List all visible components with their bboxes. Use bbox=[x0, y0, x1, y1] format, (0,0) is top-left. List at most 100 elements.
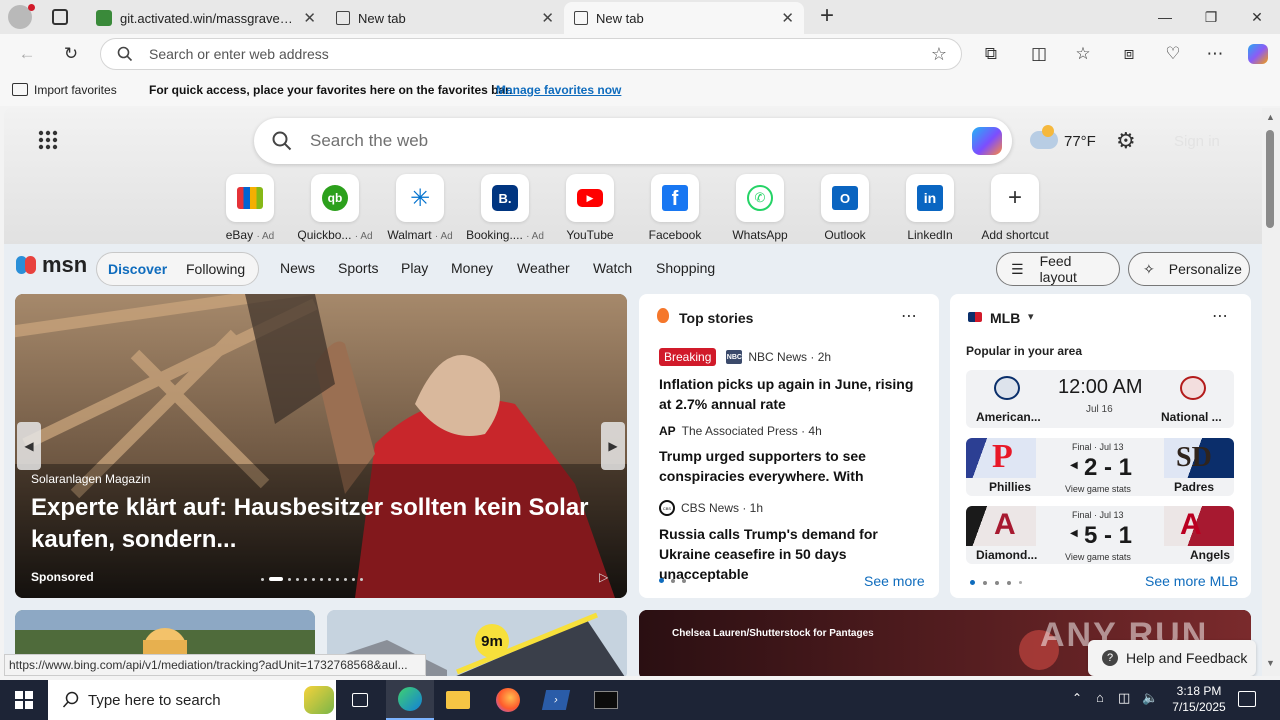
firefox-icon[interactable] bbox=[484, 680, 532, 720]
team2-name: Angels bbox=[1190, 548, 1231, 562]
nav-news[interactable]: News bbox=[280, 260, 315, 276]
edge-taskbar-icon[interactable] bbox=[386, 680, 434, 720]
shortcut-outlook[interactable]: O Outlook bbox=[802, 174, 888, 242]
star-icon[interactable]: ☆ bbox=[931, 44, 947, 65]
story-headline[interactable]: Inflation picks up again in June, rising… bbox=[659, 374, 921, 414]
minimize-button[interactable]: — bbox=[1142, 0, 1188, 34]
shortcut-youtube[interactable]: ▶ YouTube bbox=[547, 174, 633, 242]
terminal-icon[interactable] bbox=[582, 680, 630, 720]
shortcut-whatsapp[interactable]: ✆ WhatsApp bbox=[717, 174, 803, 242]
browser-essentials-icon[interactable]: ♡ bbox=[1158, 40, 1188, 68]
shortcut-add[interactable]: + Add shortcut bbox=[972, 174, 1058, 242]
volume-icon[interactable]: 🔈 bbox=[1142, 690, 1158, 706]
tab-following[interactable]: Following bbox=[186, 261, 245, 277]
story-item[interactable]: Breaking NBC NBC News · 2h Inflation pic… bbox=[659, 348, 921, 414]
more-menu-icon[interactable]: ⋯ bbox=[1200, 40, 1230, 68]
story-headline[interactable]: Trump urged supporters to see conspiraci… bbox=[659, 446, 921, 486]
powershell-icon[interactable]: › bbox=[532, 680, 580, 720]
weather-temperature[interactable]: 77°F bbox=[1064, 133, 1096, 150]
shortcut-booking[interactable]: B. Booking.... · Ad bbox=[462, 174, 548, 242]
weather-cloud-icon[interactable] bbox=[1030, 125, 1058, 149]
apps-launcher-icon[interactable] bbox=[38, 130, 58, 150]
game-row[interactable]: American... 12:00 AM Jul 16 National ... bbox=[966, 370, 1234, 428]
close-icon[interactable]: ✕ bbox=[303, 9, 316, 27]
tab-actions-icon[interactable] bbox=[52, 9, 68, 25]
clock-time: 3:18 PM bbox=[1176, 684, 1222, 698]
shortcut-label: Booking.... bbox=[466, 228, 523, 242]
wifi-icon[interactable]: ◫ bbox=[1118, 690, 1130, 706]
shortcut-linkedin[interactable]: in LinkedIn bbox=[887, 174, 973, 242]
tab-massgrave[interactable]: git.activated.win/massgrave/Micr ✕ bbox=[86, 2, 326, 34]
see-more-link[interactable]: See more bbox=[864, 573, 925, 589]
chevron-up-icon[interactable]: ⌃ bbox=[1072, 691, 1082, 705]
more-options-icon[interactable]: ⋯ bbox=[901, 306, 917, 326]
view-game-stats-link[interactable]: View game stats bbox=[1065, 484, 1131, 494]
extensions-icon[interactable]: ⧉ bbox=[976, 40, 1006, 68]
import-favorites-button[interactable]: Import favorites bbox=[34, 83, 117, 97]
collections-icon[interactable]: ⧈ bbox=[1114, 40, 1144, 68]
msn-logo[interactable]: msn bbox=[16, 252, 87, 278]
manage-favorites-link[interactable]: Manage favorites now bbox=[496, 83, 621, 97]
shortcut-facebook[interactable]: f Facebook bbox=[632, 174, 718, 242]
task-view-icon[interactable] bbox=[336, 680, 384, 720]
scroll-down-arrow[interactable]: ▼ bbox=[1266, 658, 1275, 668]
close-icon[interactable]: ✕ bbox=[781, 9, 794, 27]
more-options-icon[interactable]: ⋯ bbox=[1212, 306, 1228, 326]
nav-shopping[interactable]: Shopping bbox=[656, 260, 715, 276]
help-feedback-button[interactable]: ? Help and Feedback bbox=[1088, 640, 1256, 676]
address-bar[interactable]: Search or enter web address ☆ bbox=[100, 38, 962, 70]
close-window-button[interactable]: ✕ bbox=[1234, 0, 1280, 34]
settings-gear-icon[interactable]: ⚙ bbox=[1116, 128, 1136, 154]
copilot-icon[interactable] bbox=[972, 127, 1002, 155]
ad-choices-icon[interactable]: ▷ bbox=[599, 570, 608, 584]
taskbar-search-placeholder: Type here to search bbox=[88, 691, 221, 709]
tab-new-tab-2[interactable]: New tab ✕ bbox=[564, 2, 804, 34]
scroll-up-arrow[interactable]: ▲ bbox=[1266, 112, 1275, 122]
nav-money[interactable]: Money bbox=[451, 260, 493, 276]
nav-sports[interactable]: Sports bbox=[338, 260, 378, 276]
new-tab-button[interactable]: + bbox=[814, 3, 840, 31]
see-more-mlb-link[interactable]: See more MLB bbox=[1145, 573, 1238, 589]
nav-play[interactable]: Play bbox=[401, 260, 428, 276]
refresh-button[interactable]: ↻ bbox=[56, 40, 86, 68]
personalize-button[interactable]: ✧ Personalize bbox=[1128, 252, 1250, 286]
start-button[interactable] bbox=[0, 680, 48, 720]
story-item[interactable]: CBS CBS News · 1h Russia calls Trump's d… bbox=[659, 500, 921, 584]
split-screen-icon[interactable]: ◫ bbox=[1024, 40, 1054, 68]
file-explorer-icon[interactable] bbox=[434, 680, 482, 720]
game-row[interactable]: A Diamond... Final · Jul 13 5 - 1 ◀ View… bbox=[966, 506, 1234, 564]
carousel-prev-button[interactable]: ◀ bbox=[17, 422, 41, 470]
copilot-icon[interactable] bbox=[1243, 40, 1273, 68]
story-item[interactable]: AP The Associated Press · 4h Trump urged… bbox=[659, 424, 921, 486]
taskbar-search-box[interactable]: Type here to search bbox=[48, 680, 336, 720]
favorites-hint: For quick access, place your favorites h… bbox=[149, 83, 513, 97]
carousel-next-button[interactable]: ▶ bbox=[601, 422, 625, 470]
favorites-icon[interactable]: ☆ bbox=[1068, 40, 1098, 68]
hero-headline[interactable]: Experte klärt auf: Hausbesitzer sollten … bbox=[31, 492, 591, 556]
game-row[interactable]: P Phillies Final · Jul 13 2 - 1 ◀ View g… bbox=[966, 438, 1234, 496]
shortcut-ebay[interactable]: eBay · Ad bbox=[207, 174, 293, 242]
page-scrollbar[interactable]: ▲ ▼ bbox=[1262, 108, 1280, 676]
tab-new-tab-1[interactable]: New tab ✕ bbox=[326, 2, 564, 34]
close-icon[interactable]: ✕ bbox=[541, 9, 554, 27]
network-icon[interactable]: ⌂ bbox=[1096, 690, 1104, 705]
web-search-box[interactable]: Search the web bbox=[254, 118, 1012, 164]
restore-button[interactable]: ❐ bbox=[1188, 0, 1234, 34]
clock[interactable]: 3:18 PM 7/15/2025 bbox=[1164, 683, 1234, 715]
sign-in-button[interactable]: Sign in bbox=[1174, 133, 1220, 150]
hero-card[interactable]: ◀ ▶ Solaranlagen Magazin Experte klärt a… bbox=[15, 294, 627, 598]
profile-avatar[interactable] bbox=[8, 4, 35, 29]
nav-watch[interactable]: Watch bbox=[593, 260, 632, 276]
back-button[interactable]: ← bbox=[12, 40, 42, 68]
view-game-stats-link[interactable]: View game stats bbox=[1065, 552, 1131, 562]
scrollbar-thumb[interactable] bbox=[1266, 130, 1274, 228]
nav-weather[interactable]: Weather bbox=[517, 260, 570, 276]
shortcut-quickbooks[interactable]: qb Quickbo... · Ad bbox=[292, 174, 378, 242]
chevron-down-icon[interactable]: ▾ bbox=[1028, 310, 1034, 323]
feed-layout-button[interactable]: ☰ Feed layout bbox=[996, 252, 1120, 286]
shortcut-walmart[interactable]: ✳ Walmart · Ad bbox=[377, 174, 463, 242]
tab-discover[interactable]: Discover bbox=[108, 261, 167, 277]
hero-source: Solaranlagen Magazin bbox=[31, 472, 151, 486]
mlb-title[interactable]: MLB bbox=[990, 310, 1020, 326]
notifications-icon[interactable] bbox=[1238, 691, 1256, 707]
